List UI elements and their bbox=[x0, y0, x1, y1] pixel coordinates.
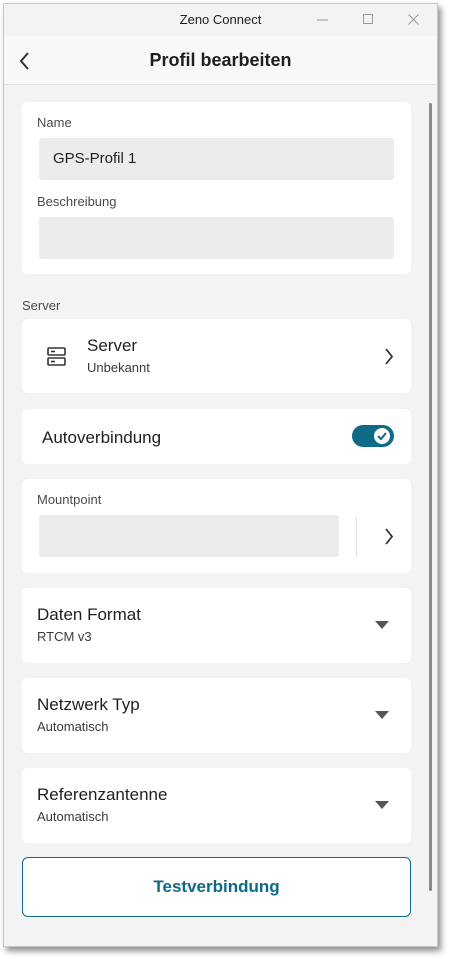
name-value: GPS-Profil 1 bbox=[53, 150, 137, 167]
minimize-button[interactable] bbox=[300, 4, 346, 36]
server-subtitle: Unbekannt bbox=[87, 360, 150, 375]
name-input[interactable]: GPS-Profil 1 bbox=[39, 138, 394, 180]
close-button[interactable] bbox=[391, 4, 437, 36]
mountpoint-chevron-right-icon[interactable] bbox=[384, 528, 394, 545]
data-format-label: Daten Format bbox=[37, 605, 141, 624]
autoconnect-label: Autoverbindung bbox=[42, 428, 162, 447]
mountpoint-label: Mountpoint bbox=[37, 492, 102, 507]
toggle-knob bbox=[374, 428, 390, 444]
mountpoint-input[interactable] bbox=[39, 515, 339, 557]
close-icon bbox=[408, 14, 419, 25]
server-icon bbox=[47, 347, 66, 366]
description-label: Beschreibung bbox=[37, 194, 117, 209]
server-title: Server bbox=[87, 336, 138, 355]
network-type-dropdown[interactable]: Netzwerk Typ Automatisch bbox=[22, 678, 411, 753]
mountpoint-card: Mountpoint bbox=[22, 479, 411, 573]
data-format-value: RTCM v3 bbox=[37, 629, 92, 644]
maximize-icon bbox=[363, 14, 373, 24]
reference-antenna-dropdown[interactable]: Referenzantenne Automatisch bbox=[22, 768, 411, 843]
check-icon bbox=[377, 432, 387, 441]
dropdown-arrow-icon bbox=[375, 711, 389, 719]
server-section-label: Server bbox=[22, 298, 61, 313]
mountpoint-divider bbox=[356, 517, 357, 557]
dropdown-arrow-icon bbox=[375, 801, 389, 809]
autoconnect-card: Autoverbindung bbox=[22, 409, 411, 464]
server-card[interactable]: Server Unbekannt bbox=[22, 319, 411, 393]
maximize-button[interactable] bbox=[346, 4, 392, 36]
app-header: Profil bearbeiten bbox=[4, 36, 437, 85]
name-label: Name bbox=[37, 115, 72, 130]
form-content: Name GPS-Profil 1 Beschreibung Server Se… bbox=[4, 85, 437, 946]
network-type-value: Automatisch bbox=[37, 719, 109, 734]
app-window: Zeno Connect Profil bearbeiten Name GPS-… bbox=[3, 3, 438, 947]
dropdown-arrow-icon bbox=[375, 621, 389, 629]
autoconnect-toggle[interactable] bbox=[352, 425, 394, 447]
minimize-icon bbox=[317, 19, 328, 21]
reference-antenna-value: Automatisch bbox=[37, 809, 109, 824]
profile-card: Name GPS-Profil 1 Beschreibung bbox=[22, 102, 411, 274]
reference-antenna-label: Referenzantenne bbox=[37, 785, 168, 804]
description-input[interactable] bbox=[39, 217, 394, 259]
title-bar[interactable]: Zeno Connect bbox=[4, 4, 437, 36]
data-format-dropdown[interactable]: Daten Format RTCM v3 bbox=[22, 588, 411, 663]
scrollbar[interactable] bbox=[429, 103, 432, 891]
chevron-right-icon bbox=[385, 348, 394, 365]
test-connection-button[interactable]: Testverbindung bbox=[22, 857, 411, 917]
network-type-label: Netzwerk Typ bbox=[37, 695, 140, 714]
page-title: Profil bearbeiten bbox=[149, 50, 292, 70]
